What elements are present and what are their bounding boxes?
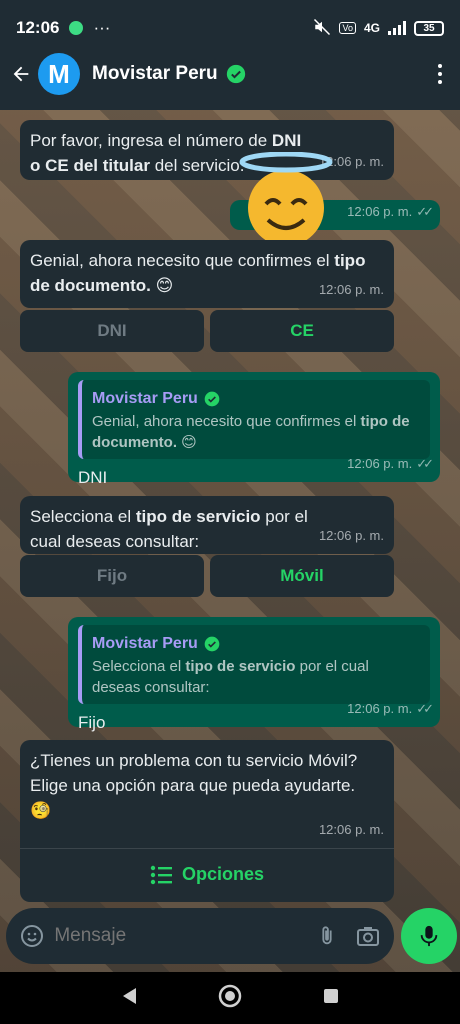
- message-text: Por favor, ingresa el número de: [30, 131, 272, 150]
- message-text: Genial, ahora necesito que confirmes el: [30, 251, 335, 270]
- incoming-message: Genial, ahora necesito que confirmes el …: [20, 240, 394, 308]
- read-ticks-icon: ✓✓: [416, 204, 434, 219]
- nav-home-icon[interactable]: [218, 984, 242, 1013]
- quoted-sender: Movistar Peru: [92, 386, 420, 411]
- quoted-message[interactable]: Movistar Peru Selecciona el tipo de serv…: [78, 625, 430, 704]
- options-button[interactable]: Opciones: [20, 848, 394, 900]
- system-nav-bar: [0, 972, 460, 1024]
- message-composer: [6, 908, 394, 964]
- message-input[interactable]: [54, 925, 300, 947]
- quick-reply-ce[interactable]: CE: [210, 310, 394, 352]
- verified-badge-icon: [204, 391, 220, 406]
- status-time: 12:06: [16, 18, 60, 37]
- message-time: 12:06 p. m. ✓✓: [347, 696, 434, 721]
- incoming-message: Selecciona el tipo de servicio por el cu…: [20, 496, 394, 554]
- microphone-button[interactable]: [401, 908, 457, 964]
- quick-reply-fijo[interactable]: Fijo: [20, 555, 204, 597]
- verified-badge-icon: [204, 636, 220, 651]
- quoted-message[interactable]: Movistar Peru Genial, ahora necesito que…: [78, 380, 430, 459]
- verified-badge-icon: [226, 64, 246, 84]
- mute-icon: [313, 18, 331, 39]
- list-icon: [150, 865, 172, 884]
- avatar-logo: M: [48, 58, 70, 89]
- read-ticks-icon: ✓✓: [416, 701, 434, 716]
- battery-icon: 35: [414, 20, 444, 36]
- chat-header: M Movistar Peru: [0, 38, 460, 110]
- read-ticks-icon: ✓✓: [416, 456, 434, 471]
- quick-reply-dni[interactable]: DNI: [20, 310, 204, 352]
- message-text: ¿Tienes un problema con tu servicio Móvi…: [30, 751, 358, 820]
- quoted-text: Selecciona el tipo de servicio por el cu…: [92, 658, 369, 696]
- message-text: Fijo: [78, 713, 106, 732]
- microphone-icon: [420, 925, 438, 947]
- more-notifications-icon: ···: [93, 18, 111, 37]
- message-time: 12:06 p. m. ✓✓: [347, 199, 434, 224]
- whatsapp-notification-icon: [69, 21, 84, 35]
- quoted-sender: Movistar Peru: [92, 631, 420, 656]
- message-emoji: 😊: [150, 276, 174, 295]
- incoming-message: Por favor, ingresa el número de DNI o CE…: [20, 120, 394, 180]
- chat-area[interactable]: Por favor, ingresa el número de DNI o CE…: [0, 110, 460, 972]
- quick-reply-movil[interactable]: Móvil: [210, 555, 394, 597]
- signal-icon: [388, 21, 406, 35]
- network-type: 4G: [363, 21, 380, 35]
- contact-name[interactable]: Movistar Peru: [92, 63, 218, 85]
- outgoing-reply-message: Movistar Peru Genial, ahora necesito que…: [68, 372, 440, 487]
- camera-icon[interactable]: [356, 923, 380, 949]
- attach-icon[interactable]: [315, 923, 339, 949]
- more-options-icon[interactable]: [428, 64, 452, 84]
- nav-back-icon[interactable]: [120, 986, 138, 1011]
- message-bold-text: tipo de servicio: [135, 507, 261, 526]
- quick-reply-label: CE: [290, 321, 314, 340]
- quoted-text: Genial, ahora necesito que confirmes el …: [92, 413, 410, 451]
- smiling-halo-emoji-icon: [239, 152, 333, 246]
- message-time: 12:06 p. m.: [318, 282, 384, 297]
- options-label: Opciones: [181, 864, 265, 884]
- message-time: 12:06 p. m. ✓✓: [347, 451, 434, 476]
- message-text: DNI: [78, 468, 108, 487]
- volte-icon: Vo: [339, 22, 356, 34]
- message-text: del servicio.: [149, 156, 245, 175]
- quick-reply-label: DNI: [97, 321, 127, 340]
- message-time: 12:06 p. m.: [318, 822, 384, 837]
- message-time: 12:06 p. m.: [318, 528, 384, 543]
- back-arrow-icon[interactable]: [8, 61, 34, 87]
- quick-reply-label: Fijo: [96, 566, 128, 585]
- nav-recents-icon[interactable]: [322, 987, 340, 1010]
- quick-reply-label: Móvil: [280, 566, 324, 585]
- message-text: Selecciona el: [30, 507, 136, 526]
- emoji-icon[interactable]: [20, 923, 44, 949]
- outgoing-reply-message: Movistar Peru Selecciona el tipo de serv…: [68, 617, 440, 732]
- battery-level: 35: [423, 22, 435, 34]
- avatar[interactable]: M: [38, 53, 80, 95]
